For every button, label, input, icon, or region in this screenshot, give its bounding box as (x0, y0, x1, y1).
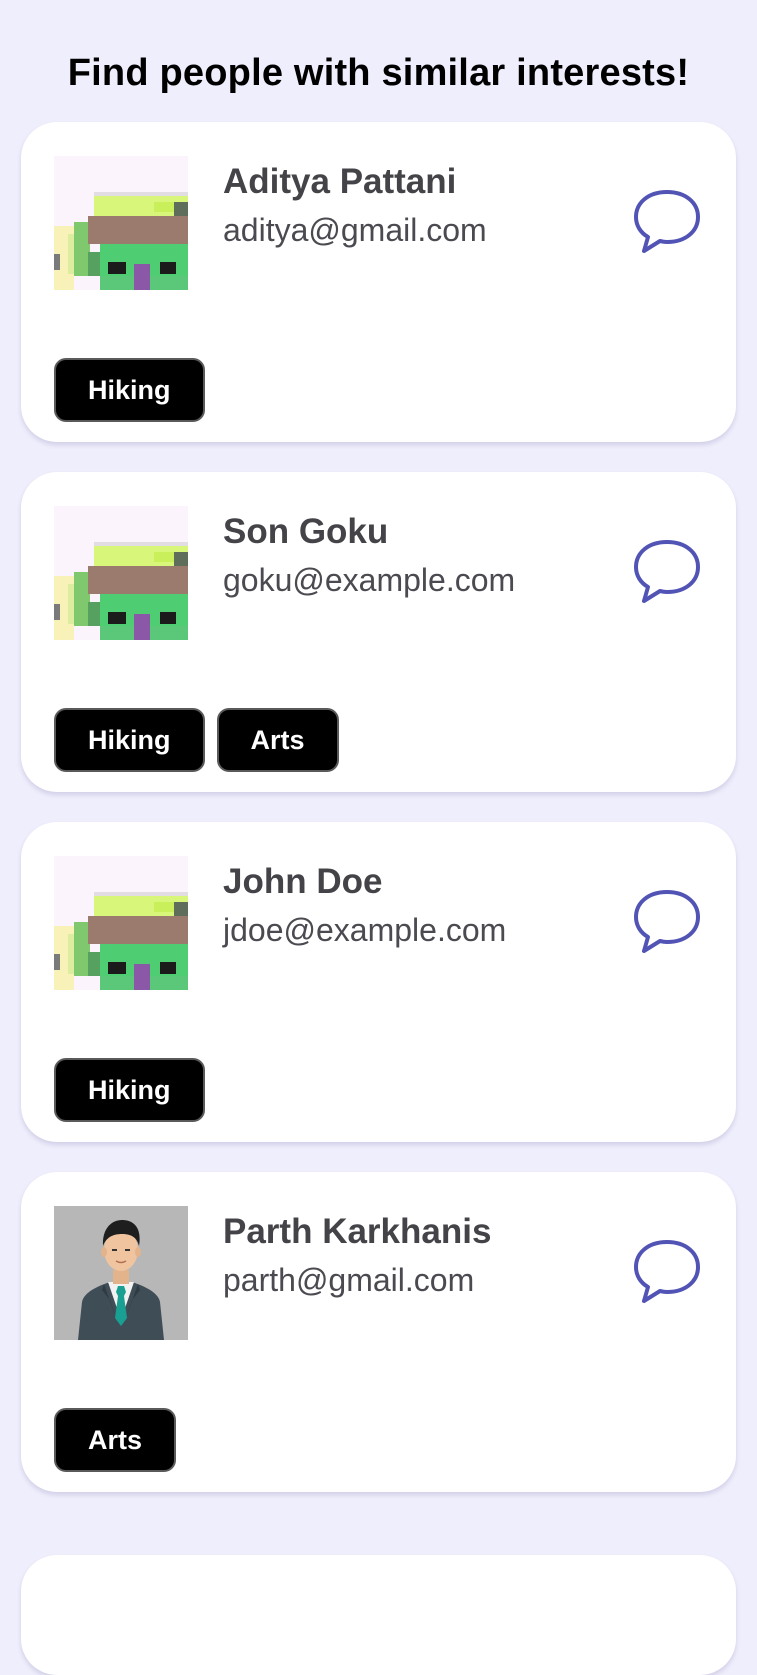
interest-tags: Hiking (54, 1058, 205, 1122)
user-card: John Doe jdoe@example.com Hiking (21, 822, 736, 1142)
chat-bubble-icon[interactable] (632, 1238, 702, 1304)
user-email: parth@gmail.com (223, 1262, 475, 1298)
user-name: Aditya Pattani (223, 162, 457, 201)
chat-bubble-icon[interactable] (632, 538, 702, 604)
user-email: aditya@gmail.com (223, 212, 487, 248)
interest-tags: Hiking Arts (54, 708, 339, 772)
user-card (21, 1555, 736, 1675)
interest-tag[interactable]: Hiking (54, 1058, 205, 1122)
interest-tag[interactable]: Arts (54, 1408, 177, 1472)
user-email: goku@example.com (223, 562, 516, 598)
user-email: jdoe@example.com (223, 912, 507, 948)
page-title: Find people with similar interests! (67, 52, 690, 94)
interest-tags: Arts (54, 1408, 177, 1472)
avatar (54, 1206, 188, 1340)
user-name: Parth Karkhanis (223, 1212, 492, 1251)
chat-bubble-icon[interactable] (632, 188, 702, 254)
interest-tag[interactable]: Hiking (54, 358, 205, 422)
avatar (54, 856, 188, 990)
chat-bubble-icon[interactable] (632, 888, 702, 954)
avatar (54, 156, 188, 290)
user-card: Aditya Pattani aditya@gmail.com Hiking (21, 122, 736, 442)
user-name: Son Goku (223, 512, 389, 551)
user-card: Son Goku goku@example.com Hiking Arts (21, 472, 736, 792)
avatar (54, 506, 188, 640)
interest-tags: Hiking (54, 358, 205, 422)
interest-tag[interactable]: Arts (216, 708, 339, 772)
user-card: Parth Karkhanis parth@gmail.com Arts (21, 1172, 736, 1492)
interest-tag[interactable]: Hiking (54, 708, 205, 772)
user-name: John Doe (223, 862, 383, 901)
